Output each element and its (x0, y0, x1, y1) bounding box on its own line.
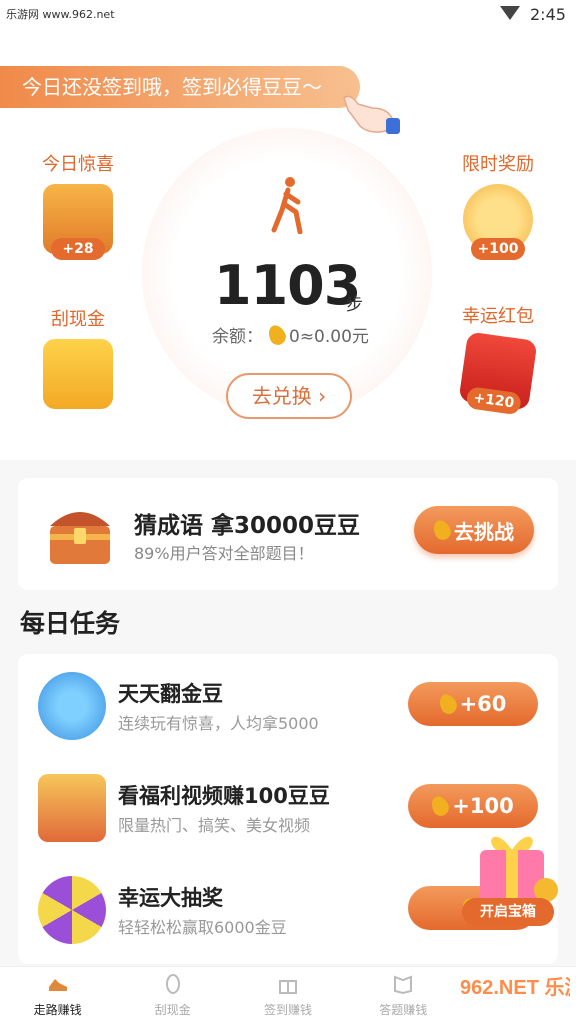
idiom-title: 猜成语 拿30000豆豆 (134, 513, 361, 539)
task-reward: +100 (452, 794, 514, 818)
nav-item-scratch[interactable]: 刮现金 (115, 967, 230, 1024)
red-envelope-icon: +120 (458, 331, 538, 416)
task-subtitle: 限量热门、搞笑、美女视频 (118, 816, 311, 835)
balance-value: 0≈0.00元 (289, 327, 369, 347)
nav-item-quiz[interactable]: 答题赚钱 (346, 967, 461, 1024)
nav-item-walk[interactable]: 走路赚钱 (0, 967, 115, 1024)
lucky-redpack-reward[interactable]: 幸运红包 +120 (448, 302, 548, 416)
task-title: 天天翻金豆 (118, 682, 223, 706)
step-count: 1103 (214, 254, 361, 317)
task-reward: +60 (459, 692, 507, 716)
today-surprise-badge: +28 (51, 238, 105, 260)
challenge-label: 去挑战 (454, 519, 514, 544)
balance-row: 余额： 0≈0.00元 (212, 322, 369, 347)
treasure-chest-icon (50, 512, 110, 564)
watermark-logo-text: 962.NET 乐游网 (460, 975, 570, 999)
task-row[interactable]: 天天翻金豆 连续玩有惊喜，人均拿5000 +60 (18, 654, 558, 754)
task-reward-button[interactable]: +60 (408, 682, 538, 726)
chevron-right-icon: › (311, 384, 327, 408)
task-title: 看福利视频赚100豆豆 (118, 784, 330, 808)
challenge-button[interactable]: 去挑战 (414, 506, 534, 554)
task-subtitle: 轻轻松松赢取6000金豆 (118, 918, 287, 937)
walker-icon (271, 177, 303, 234)
task-subtitle: 连续玩有惊喜，人均拿5000 (118, 714, 319, 733)
pointing-hand-icon (343, 95, 400, 134)
book-icon (394, 975, 413, 995)
limited-reward-badge: +100 (471, 238, 525, 260)
nav-label: 答题赚钱 (379, 1003, 428, 1017)
gift-icon (279, 980, 297, 994)
idiom-card[interactable]: 猜成语 拿30000豆豆 89%用户答对全部题目！ 去挑战 (18, 478, 558, 590)
scratch-card-icon (43, 339, 113, 409)
exchange-button[interactable]: 去兑换 › (226, 373, 352, 419)
nav-label: 刮现金 (154, 1003, 191, 1017)
bean-icon (430, 517, 454, 543)
video-chest-icon (38, 774, 106, 842)
limited-reward-label: 限时奖励 (462, 154, 534, 175)
task-title: 幸运大抽奖 (118, 886, 223, 910)
scratch-cash-label: 刮现金 (51, 309, 105, 330)
lottery-wheel-icon (38, 876, 106, 944)
open-chest-button[interactable]: 开启宝箱 (462, 898, 554, 926)
scratch-cash-reward[interactable]: 刮现金 (28, 305, 128, 409)
bean-icon (165, 974, 180, 994)
bean-icon (265, 322, 289, 347)
gift-box-icon[interactable] (466, 820, 562, 910)
balance-label: 余额： (212, 327, 263, 347)
clock: 2:45 (530, 5, 566, 24)
video-gold-icon: +100 (463, 184, 533, 260)
lucky-redpack-label: 幸运红包 (462, 306, 534, 327)
idiom-subtitle: 89%用户答对全部题目！ (134, 544, 314, 563)
today-surprise-reward[interactable]: 今日惊喜 +28 (28, 150, 128, 260)
watermark-text: 乐游网 www.962.net (6, 8, 115, 21)
nav-label: 走路赚钱 (33, 1003, 82, 1017)
step-unit: 步 (346, 295, 363, 315)
exchange-label: 去兑换 (251, 384, 312, 408)
status-bar: 乐游网 www.962.net 2:45 (0, 0, 576, 30)
shoe-icon (48, 979, 67, 991)
bean-icon (428, 793, 452, 819)
site-watermark-logo: 962.NET 乐游网 (460, 975, 570, 999)
signin-banner[interactable]: 今日还没签到哦，签到必得豆豆～ (0, 66, 360, 108)
wifi-icon (500, 6, 520, 20)
today-surprise-label: 今日惊喜 (42, 154, 114, 175)
nav-item-signin[interactable]: 签到赚钱 (230, 967, 345, 1024)
treasure-chest-icon: +28 (43, 184, 113, 260)
bean-icon (436, 691, 460, 717)
limited-reward[interactable]: 限时奖励 +100 (448, 150, 548, 260)
daily-tasks-title: 每日任务 (20, 609, 121, 638)
nav-label: 签到赚钱 (264, 1003, 313, 1017)
gold-bean-shop-icon (38, 672, 106, 740)
